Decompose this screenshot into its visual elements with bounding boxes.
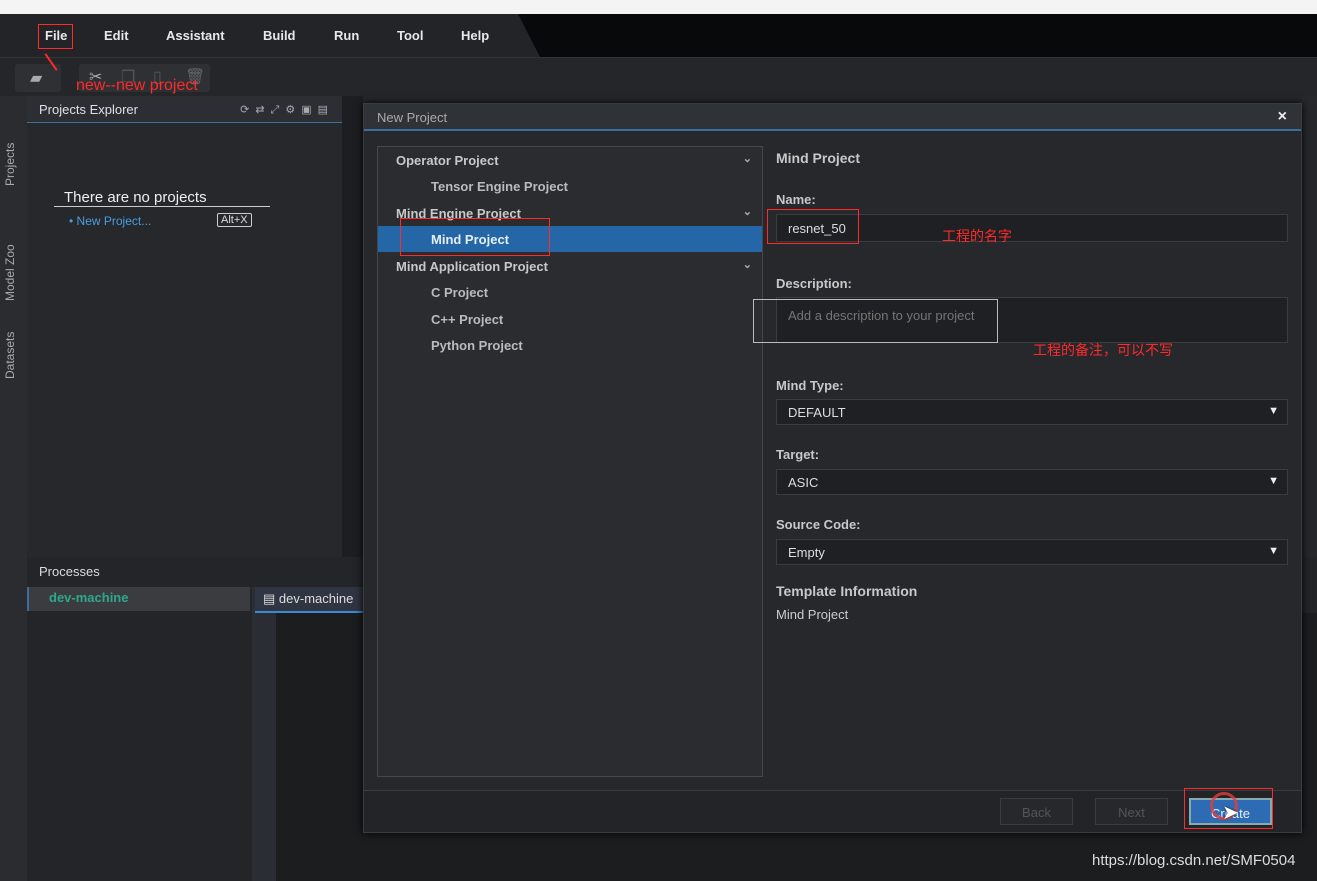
editor-area	[342, 96, 363, 557]
mind-type-label: Mind Type:	[776, 378, 844, 393]
annotation-description: 工程的备注，可以不写	[1033, 342, 1173, 358]
dropdown-arrow-icon: ▼	[1268, 545, 1279, 557]
tab-model-zoo[interactable]: Model Zoo	[3, 244, 17, 301]
projects-explorer: Projects Explorer ⟳⇄⤢⚙▣▤ There are no pr…	[27, 96, 342, 557]
target-select[interactable]: ASIC ▼	[776, 469, 1288, 495]
side-tabs: Projects Model Zoo Datasets	[0, 96, 27, 881]
console-icon: ▤	[263, 591, 276, 606]
next-button[interactable]: Next	[1095, 798, 1168, 825]
dropdown-arrow-icon: ▼	[1268, 475, 1279, 487]
back-button[interactable]: Back	[1000, 798, 1073, 825]
template-info-label: Template Information	[776, 583, 918, 599]
list-group-mind-application[interactable]: Mind Application Project ⌄	[378, 253, 762, 279]
list-item-tensor-engine[interactable]: Tensor Engine Project	[378, 173, 762, 199]
menu-help[interactable]: Help	[461, 28, 489, 43]
watermark: https://blog.csdn.net/SMF0504	[1092, 852, 1296, 869]
dialog-title: New Project	[377, 110, 448, 125]
console-toolbar	[252, 587, 276, 881]
menu-build[interactable]: Build	[263, 28, 296, 43]
explorer-header: Projects Explorer ⟳⇄⤢⚙▣▤	[27, 96, 342, 123]
mind-type-value: DEFAULT	[788, 405, 846, 420]
annotation-box-file	[38, 24, 73, 49]
source-code-value: Empty	[788, 545, 825, 560]
dropdown-arrow-icon: ▼	[1268, 405, 1279, 417]
list-item-python[interactable]: Python Project	[378, 332, 762, 358]
target-label: Target:	[776, 447, 820, 462]
list-item-cpp[interactable]: C++ Project	[378, 306, 762, 332]
menu-bar: File Edit Assistant Build Run Tool Help	[0, 14, 1317, 57]
top-strip	[0, 0, 1317, 14]
item-label: Mind Application Project	[396, 259, 548, 274]
description-label: Description:	[776, 276, 852, 291]
mouse-cursor-icon: ➤	[1222, 802, 1239, 824]
tab-datasets[interactable]: Datasets	[3, 332, 17, 379]
dialog-header: New Project ×	[364, 104, 1301, 131]
name-label: Name:	[776, 192, 816, 207]
explorer-tool-icons[interactable]: ⟳⇄⤢⚙▣▤	[240, 103, 334, 117]
chevron-down-icon: ⌄	[742, 259, 752, 271]
template-info-value: Mind Project	[776, 607, 849, 622]
menu-edit[interactable]: Edit	[104, 28, 129, 43]
no-projects-text: There are no projects	[54, 189, 270, 207]
target-value: ASIC	[788, 475, 819, 490]
chevron-down-icon: ⌄	[742, 206, 752, 218]
list-item-c[interactable]: C Project	[378, 279, 762, 305]
chevron-down-icon: ⌄	[742, 153, 752, 165]
annotation-box-description	[753, 299, 998, 343]
annotation-name: 工程的名字	[942, 228, 1012, 244]
annotation-box-mind-project	[400, 218, 550, 256]
process-dev-machine[interactable]: dev-machine	[27, 587, 250, 611]
menu-tool[interactable]: Tool	[397, 28, 423, 43]
annotation-new-project: new--new project	[76, 77, 198, 94]
tab-projects[interactable]: Projects	[3, 143, 17, 186]
new-project-link-label[interactable]: New Project...	[77, 214, 152, 228]
close-icon[interactable]: ×	[1278, 108, 1287, 126]
menu-assistant[interactable]: Assistant	[166, 28, 225, 43]
list-group-operator[interactable]: Operator Project ⌄	[378, 147, 762, 173]
explorer-title: Projects Explorer	[39, 102, 138, 117]
console-tab[interactable]: ▤ dev-machine	[255, 587, 365, 613]
item-label: Operator Project	[396, 153, 499, 168]
mind-type-select[interactable]: DEFAULT ▼	[776, 399, 1288, 425]
menu-run[interactable]: Run	[334, 28, 359, 43]
source-code-select[interactable]: Empty ▼	[776, 539, 1288, 565]
annotation-box-name	[767, 209, 859, 244]
shortcut-badge: Alt+X	[217, 213, 252, 227]
processes-title: Processes	[39, 564, 100, 579]
source-code-label: Source Code:	[776, 517, 861, 532]
new-project-link[interactable]: • New Project...	[69, 214, 151, 228]
folder-add-icon: ▰	[30, 70, 43, 87]
console-tab-label: dev-machine	[278, 591, 354, 606]
form-title: Mind Project	[776, 150, 861, 166]
